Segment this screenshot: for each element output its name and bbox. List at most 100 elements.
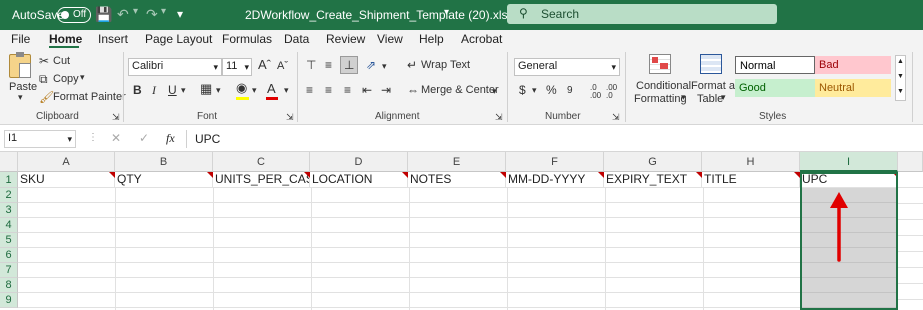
format-as-table-dropdown-icon[interactable]: ▾ xyxy=(721,92,726,103)
column-header[interactable] xyxy=(898,152,923,172)
chevron-down-icon[interactable]: ▾ xyxy=(244,60,249,74)
conditional-formatting-icon[interactable] xyxy=(649,54,671,74)
decrease-indent-icon[interactable]: ⇤ xyxy=(362,83,372,97)
tab-help[interactable]: Help xyxy=(419,32,444,46)
undo-dropdown-icon[interactable]: ▾ xyxy=(133,6,138,17)
merge-center-label[interactable]: Merge & Center xyxy=(421,84,499,96)
dialog-launcher-icon[interactable]: ⇲ xyxy=(612,110,620,124)
paste-dropdown-icon[interactable]: ▾ xyxy=(18,92,23,103)
cell-b1[interactable]: QTY xyxy=(115,172,213,188)
cell-c1[interactable]: UNITS_PER_CASE xyxy=(213,172,310,188)
row-header[interactable]: 4 xyxy=(0,218,18,233)
save-icon[interactable]: 💾 xyxy=(95,6,112,23)
search-box[interactable]: ⚲ Search xyxy=(507,4,777,24)
style-neutral[interactable]: Neutral xyxy=(815,79,891,97)
insert-function-icon[interactable]: fx xyxy=(166,131,175,146)
row-header[interactable]: 8 xyxy=(0,278,18,293)
formula-content[interactable]: UPC xyxy=(195,132,220,146)
align-top-icon[interactable]: ⊤ xyxy=(306,58,316,72)
enter-icon[interactable]: ✓ xyxy=(139,131,149,145)
decrease-font-size-icon[interactable]: Aˇ xyxy=(277,59,288,73)
customize-toolbar-icon[interactable]: ▾ xyxy=(177,7,183,21)
copy-dropdown-icon[interactable]: ▾ xyxy=(80,72,85,83)
increase-indent-icon[interactable]: ⇥ xyxy=(381,83,391,97)
style-good[interactable]: Good xyxy=(735,79,815,97)
row-header[interactable]: 1 xyxy=(0,172,18,188)
select-all-button[interactable] xyxy=(0,152,18,172)
chevron-down-icon[interactable]: ▾ xyxy=(213,60,218,74)
borders-dropdown-icon[interactable]: ▾ xyxy=(216,83,221,97)
align-center-icon[interactable]: ≡ xyxy=(325,83,332,97)
align-bottom-button[interactable]: ⊥ xyxy=(340,56,358,74)
align-middle-icon[interactable]: ≡ xyxy=(325,58,332,72)
column-header[interactable]: E xyxy=(408,152,506,172)
tab-insert[interactable]: Insert xyxy=(98,32,128,46)
format-as-table-icon[interactable] xyxy=(700,54,722,74)
paste-label[interactable]: Paste xyxy=(9,81,37,93)
scroll-down-icon[interactable]: ▼ xyxy=(897,73,904,80)
bold-icon[interactable]: B xyxy=(133,83,142,97)
underline-icon[interactable]: U xyxy=(168,83,177,97)
row-header[interactable]: 6 xyxy=(0,248,18,263)
increase-font-size-icon[interactable]: Aˆ xyxy=(258,58,271,72)
format-as-table-label[interactable]: Format as xyxy=(691,80,741,92)
undo-icon[interactable]: ↶ xyxy=(117,6,129,23)
empty-cells-area-right[interactable] xyxy=(898,172,923,310)
copy-label[interactable]: Copy xyxy=(53,73,79,85)
scroll-up-icon[interactable]: ▲ xyxy=(897,58,904,65)
currency-icon[interactable]: $ xyxy=(519,83,526,97)
column-header[interactable]: D xyxy=(310,152,408,172)
autosave-toggle[interactable]: Off xyxy=(57,7,91,23)
empty-cells-area[interactable] xyxy=(18,188,800,310)
align-left-icon[interactable]: ≡ xyxy=(306,83,313,97)
conditional-formatting-label-2[interactable]: Formatting xyxy=(634,93,687,105)
font-name-box[interactable]: Calibri ▾ xyxy=(128,58,222,76)
column-header[interactable]: H xyxy=(702,152,800,172)
tab-acrobat[interactable]: Acrobat xyxy=(461,32,502,46)
paste-icon[interactable] xyxy=(9,52,31,78)
orientation-icon[interactable]: ⇗ xyxy=(366,58,376,72)
tab-home[interactable]: Home xyxy=(49,32,82,46)
cell-f1[interactable]: MM-DD-YYYY xyxy=(506,172,604,188)
tab-review[interactable]: Review xyxy=(326,32,365,46)
dialog-launcher-icon[interactable]: ⇲ xyxy=(286,110,294,124)
column-header[interactable]: F xyxy=(506,152,604,172)
cell-e1[interactable]: NOTES xyxy=(408,172,506,188)
more-options-icon[interactable]: ⋮ xyxy=(88,132,98,143)
cut-label[interactable]: Cut xyxy=(53,55,70,67)
fill-color-icon[interactable]: ◉ xyxy=(236,81,247,95)
conditional-formatting-dropdown-icon[interactable]: ▾ xyxy=(681,92,686,103)
column-header[interactable]: C xyxy=(213,152,310,172)
style-normal[interactable]: Normal xyxy=(735,56,815,74)
style-bad[interactable]: Bad xyxy=(815,56,891,74)
chevron-down-icon[interactable]: ▾ xyxy=(444,7,449,18)
tab-file[interactable]: File xyxy=(11,32,30,46)
styles-gallery-scroll[interactable]: ▲ ▼ ▼ xyxy=(895,55,906,101)
name-box[interactable]: I1 ▾ xyxy=(4,130,76,148)
font-color-dropdown-icon[interactable]: ▾ xyxy=(284,83,289,97)
fill-dropdown-icon[interactable]: ▾ xyxy=(252,83,257,97)
cancel-icon[interactable]: ✕ xyxy=(111,131,121,145)
borders-icon[interactable]: ▦ xyxy=(200,82,212,96)
cell-d1[interactable]: LOCATION xyxy=(310,172,408,188)
cell-a1[interactable]: SKU xyxy=(18,172,115,188)
decrease-decimal-icon[interactable]: .00.0 xyxy=(606,84,617,100)
underline-dropdown-icon[interactable]: ▾ xyxy=(181,83,186,97)
row-header[interactable]: 2 xyxy=(0,188,18,203)
dialog-launcher-icon[interactable]: ⇲ xyxy=(495,110,503,124)
conditional-formatting-label[interactable]: Conditional xyxy=(636,80,691,92)
row-header[interactable]: 5 xyxy=(0,233,18,248)
align-right-icon[interactable]: ≡ xyxy=(344,83,351,97)
column-header[interactable]: B xyxy=(115,152,213,172)
comma-style-icon[interactable]: 9 xyxy=(567,84,573,98)
worksheet-grid[interactable]: A B C D E F G H I 1 2 3 4 5 6 7 8 9 SKU … xyxy=(0,152,923,310)
currency-dropdown-icon[interactable]: ▾ xyxy=(532,83,537,97)
merge-dropdown-icon[interactable]: ▾ xyxy=(492,84,497,98)
redo-dropdown-icon[interactable]: ▾ xyxy=(161,6,166,17)
percent-icon[interactable]: % xyxy=(546,83,557,97)
italic-icon[interactable]: I xyxy=(152,83,156,97)
format-painter-label[interactable]: Format Painter xyxy=(53,91,126,103)
orientation-dropdown-icon[interactable]: ▾ xyxy=(382,59,387,73)
tab-formulas[interactable]: Formulas xyxy=(222,32,272,46)
redo-icon[interactable]: ↷ xyxy=(146,6,158,23)
